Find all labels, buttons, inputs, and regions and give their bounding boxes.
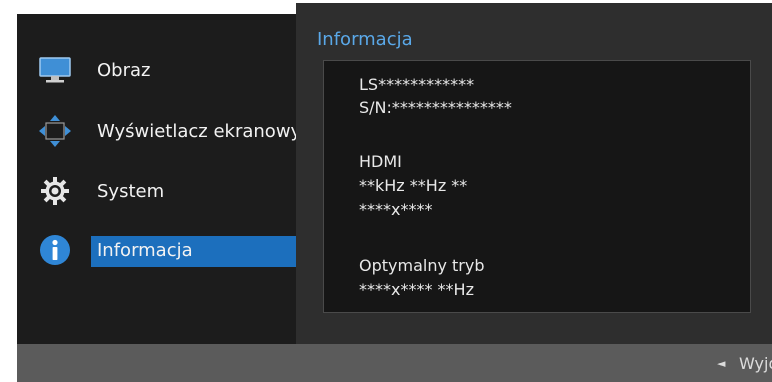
left-arrow-icon: ◄	[717, 357, 726, 370]
signal-frequency: **kHz **Hz **	[359, 176, 468, 195]
monitor-icon	[37, 52, 73, 88]
info-box: LS************ S/N:*************** HDMI …	[323, 60, 751, 313]
model-code: LS************	[359, 75, 475, 94]
serial-number: S/N:***************	[359, 98, 512, 117]
optimal-mode-value: ****x**** **Hz	[359, 280, 474, 299]
menu-item-label: System	[97, 180, 165, 202]
current-resolution: ****x****	[359, 200, 433, 219]
menu-item-wyswietlacz-ekranowy[interactable]: Wyświetlacz ekranowy	[17, 113, 301, 149]
info-submenu-panel: Informacja LS************ S/N:**********…	[296, 3, 772, 344]
menu-item-label: Obraz	[97, 59, 151, 81]
footer-bar: ◄ Wyjdź	[17, 344, 772, 382]
submenu-title: Informacja	[317, 29, 413, 50]
menu-item-label: Informacja	[97, 239, 193, 261]
gear-icon	[37, 173, 73, 209]
info-icon	[37, 232, 73, 268]
menu-item-system[interactable]: System	[17, 173, 296, 209]
input-source: HDMI	[359, 152, 402, 171]
main-menu-panel: Obraz Wyświetlacz ekranowy System Inform…	[17, 14, 301, 344]
menu-item-label: Wyświetlacz ekranowy	[97, 120, 302, 142]
optimal-mode-label: Optymalny tryb	[359, 256, 485, 275]
exit-button[interactable]: Wyjdź	[739, 354, 772, 373]
osd-menu: Obraz Wyświetlacz ekranowy System Inform…	[17, 3, 772, 382]
menu-item-informacja[interactable]: Informacja	[17, 232, 296, 268]
move-arrows-icon	[37, 113, 73, 149]
menu-item-obraz[interactable]: Obraz	[17, 52, 296, 88]
